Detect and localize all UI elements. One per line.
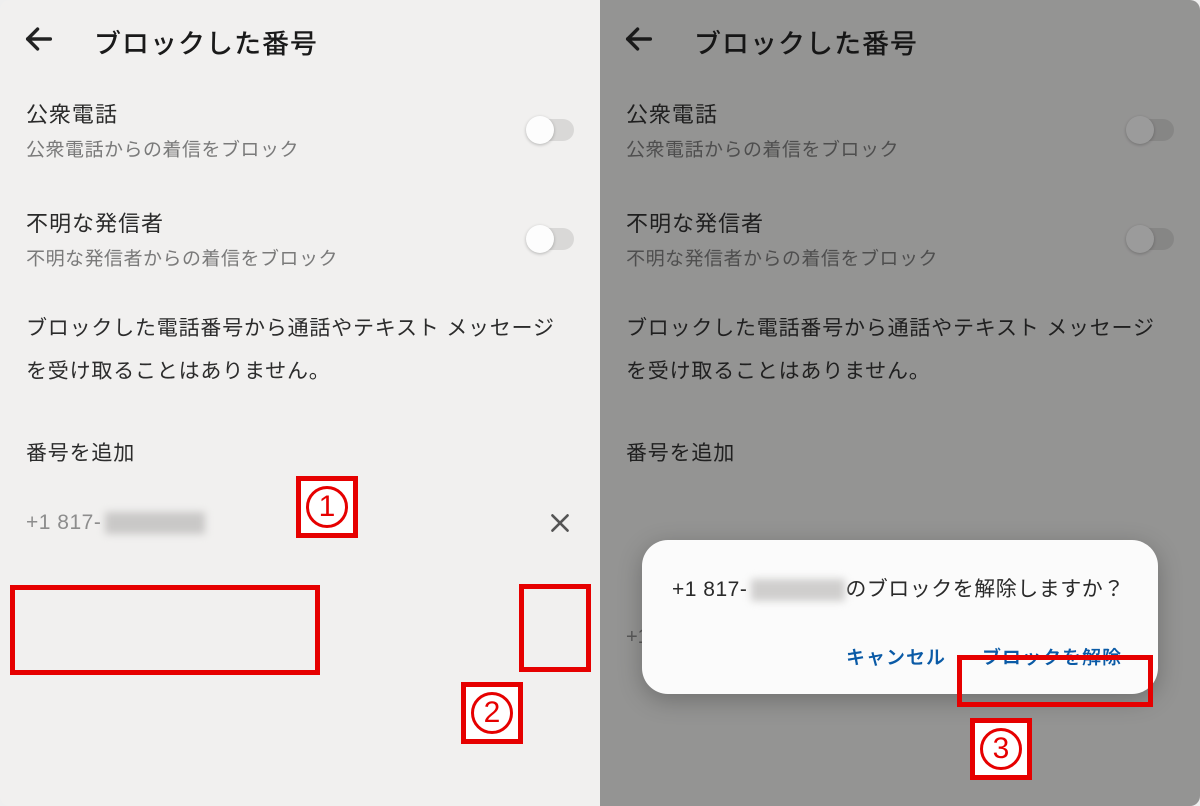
page-title: ブロックした番号 [694, 22, 918, 61]
setting-payphone[interactable]: 公衆電話 公衆電話からの着信をブロック [600, 75, 1200, 184]
annotation-marker-2: 2 [461, 682, 523, 744]
unblock-dialog: +1 817- のブロックを解除しますか？ キャンセル ブロックを解除 [642, 540, 1158, 694]
setting-subtitle: 公衆電話からの着信をブロック [26, 135, 518, 162]
annotation-box-1 [10, 585, 320, 675]
setting-subtitle: 不明な発信者からの着信をブロック [626, 244, 1118, 271]
number-prefix: +1 817- [26, 511, 101, 535]
setting-subtitle: 不明な発信者からの着信をブロック [26, 244, 518, 271]
back-arrow-icon[interactable] [622, 22, 656, 61]
setting-unknown-caller[interactable]: 不明な発信者 不明な発信者からの着信をブロック [0, 184, 600, 293]
dialog-message-suffix: のブロックを解除しますか？ [845, 572, 1125, 609]
toggle-unknown-caller[interactable] [528, 228, 574, 250]
cancel-button[interactable]: キャンセル [844, 637, 948, 676]
info-text: ブロックした電話番号から通話やテキスト メッセージを受け取ることはありません。 [600, 293, 1200, 397]
unblock-button[interactable]: ブロックを解除 [980, 637, 1124, 676]
toggle-payphone[interactable] [1128, 119, 1174, 141]
app-bar: ブロックした番号 [0, 0, 600, 75]
setting-payphone[interactable]: 公衆電話 公衆電話からの着信をブロック [0, 75, 600, 184]
toggle-unknown-caller[interactable] [1128, 228, 1174, 250]
remove-number-button[interactable] [538, 501, 582, 545]
redacted-number [751, 579, 845, 601]
redacted-number [105, 512, 205, 534]
setting-title: 公衆電話 [26, 97, 518, 129]
setting-subtitle: 公衆電話からの着信をブロック [626, 135, 1118, 162]
blocked-number-row: +1 817- [0, 493, 600, 553]
dialog-actions: キャンセル ブロックを解除 [672, 637, 1128, 676]
setting-unknown-caller[interactable]: 不明な発信者 不明な発信者からの着信をブロック [600, 184, 1200, 293]
dialog-number-prefix: +1 817- [672, 572, 747, 609]
add-number-button[interactable]: 番号を追加 [0, 397, 600, 493]
setting-title: 不明な発信者 [626, 206, 1118, 238]
page-title: ブロックした番号 [94, 22, 318, 61]
screen-blocked-numbers: ブロックした番号 公衆電話 公衆電話からの着信をブロック 不明な発信者 不明な発… [0, 0, 600, 806]
add-number-button[interactable]: 番号を追加 [600, 397, 1200, 493]
app-bar: ブロックした番号 [600, 0, 1200, 75]
annotation-box-2 [519, 584, 591, 672]
setting-title: 不明な発信者 [26, 206, 518, 238]
setting-title: 公衆電話 [626, 97, 1118, 129]
blocked-number-text: +1 817- [26, 511, 205, 535]
info-text: ブロックした電話番号から通話やテキスト メッセージを受け取ることはありません。 [0, 293, 600, 397]
back-arrow-icon[interactable] [22, 22, 56, 61]
toggle-payphone[interactable] [528, 119, 574, 141]
dialog-message: +1 817- のブロックを解除しますか？ [672, 572, 1128, 609]
